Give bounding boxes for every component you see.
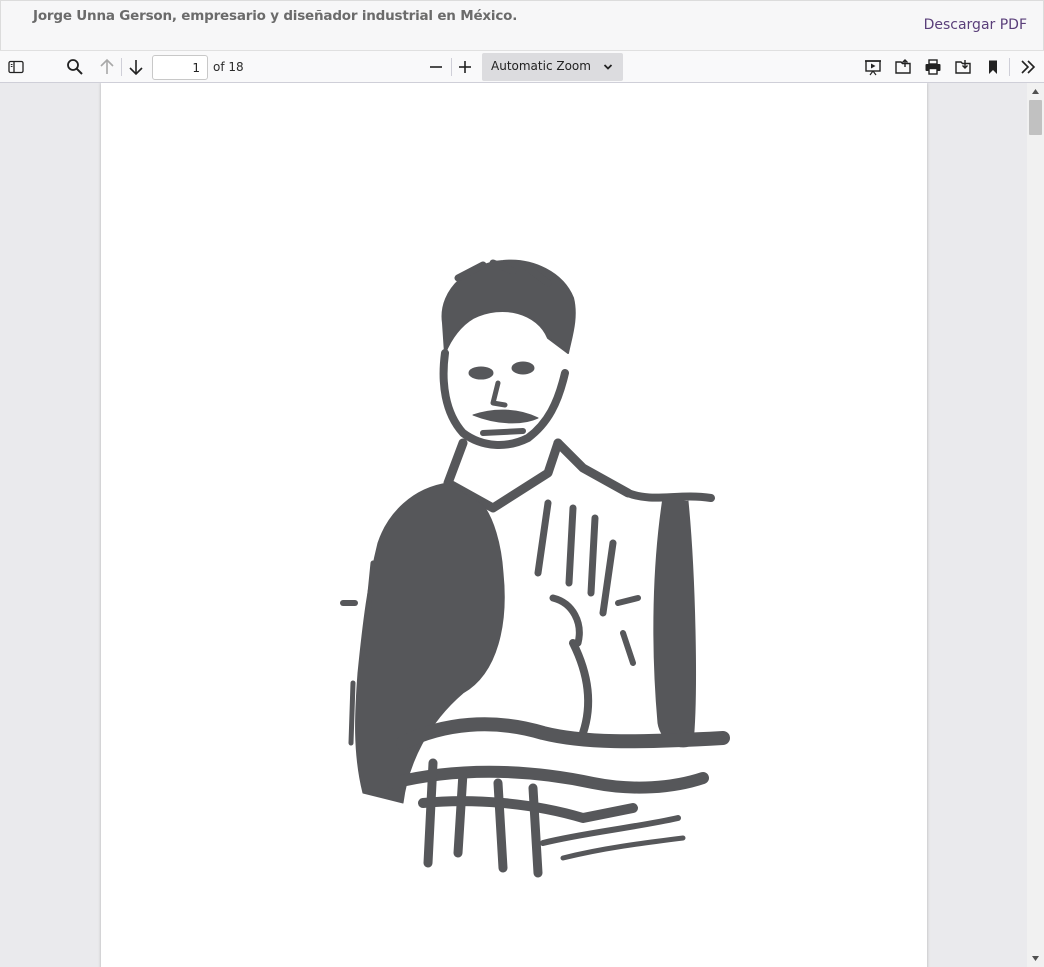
search-button[interactable] [63, 55, 87, 79]
chevron-down-icon [603, 64, 613, 70]
bookmark-button[interactable] [981, 55, 1005, 79]
scrollbar-thumb[interactable] [1029, 100, 1042, 135]
minus-icon [430, 66, 442, 68]
tools-menu-button[interactable] [1016, 55, 1040, 79]
arrow-down-icon [129, 60, 143, 76]
sidebar-toggle-icon [8, 60, 24, 74]
open-file-button[interactable] [891, 55, 915, 79]
toolbar-separator [451, 58, 452, 76]
pdf-page [101, 83, 927, 967]
arrow-up-icon [100, 58, 114, 74]
scroll-down-arrow-icon[interactable] [1031, 954, 1040, 963]
download-icon [955, 60, 971, 74]
open-file-icon [895, 59, 911, 74]
sidebar-toggle-button[interactable] [4, 55, 28, 79]
pdf-toolbar: of 18 Automatic Zoom [0, 50, 1044, 83]
double-chevron-right-icon [1021, 60, 1036, 74]
next-page-button[interactable] [124, 55, 148, 79]
document-title: Jorge Unna Gerson, empresario y diseñado… [33, 8, 518, 24]
sketch-portrait-image [340, 259, 730, 878]
zoom-in-button[interactable] [453, 55, 477, 79]
presentation-mode-icon [865, 60, 881, 76]
toolbar-separator [121, 58, 122, 76]
search-icon [67, 59, 83, 75]
presentation-mode-button[interactable] [861, 55, 885, 79]
plus-icon [459, 61, 471, 73]
toolbar-separator [1009, 58, 1010, 76]
print-icon [925, 59, 941, 75]
bookmark-icon [989, 60, 997, 74]
download-pdf-link[interactable]: Descargar PDF [924, 17, 1027, 33]
download-button[interactable] [951, 55, 975, 79]
page-count-label: of 18 [213, 60, 244, 74]
page-number-input[interactable] [152, 55, 208, 80]
zoom-out-button[interactable] [424, 55, 448, 79]
zoom-value: Automatic Zoom [491, 59, 591, 73]
document-header: Jorge Unna Gerson, empresario y diseñado… [0, 0, 1044, 50]
scroll-up-arrow-icon[interactable] [1031, 87, 1040, 96]
zoom-select[interactable]: Automatic Zoom [482, 53, 623, 81]
print-button[interactable] [921, 55, 945, 79]
pdf-viewer-area[interactable] [0, 83, 1044, 967]
previous-page-button[interactable] [95, 55, 119, 79]
vertical-scrollbar[interactable] [1027, 83, 1044, 967]
